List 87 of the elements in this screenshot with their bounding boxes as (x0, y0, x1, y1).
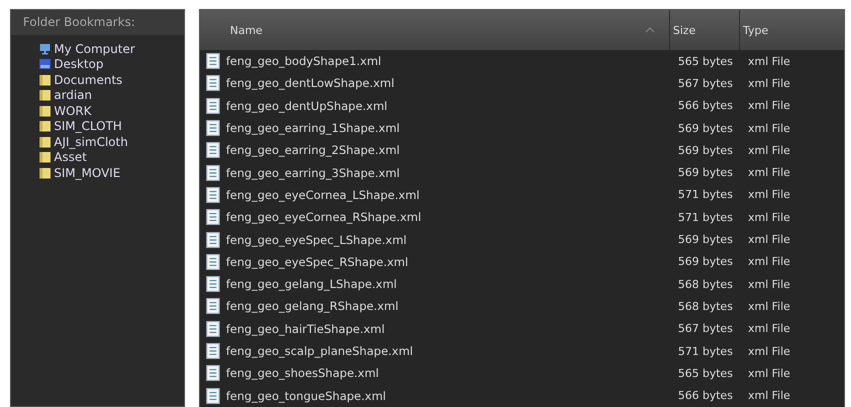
file-icon (206, 276, 220, 292)
table-cell-text: xml File (748, 166, 792, 180)
bookmark-item[interactable]: Desktop (39, 56, 184, 72)
bookmark-item[interactable]: ardian (39, 88, 184, 103)
table-cell-text: xml File (748, 278, 792, 291)
file-icon (206, 232, 220, 248)
folder-icon (39, 89, 51, 102)
file-icon (206, 75, 220, 92)
folder-icon (39, 151, 51, 164)
table-cell-text: xml File (748, 210, 792, 224)
file-name[interactable]: feng_geo_eyeSpec_LShape.xml (226, 232, 407, 247)
table-cell-text: 566 bytes (677, 99, 734, 112)
file-name[interactable]: feng_geo_earring_3Shape.xml (226, 166, 400, 180)
file-name[interactable]: feng_geo_bodyShape1.xml (226, 54, 382, 68)
file-name[interactable]: feng_geo_scalp_planeShape.xml (226, 344, 414, 358)
table-cell-text: 567 bytes (677, 322, 734, 336)
file-name[interactable]: feng_geo_dentUpShape.xml (226, 98, 388, 113)
folder-icon (39, 166, 51, 179)
table-cell-text: xml File (748, 322, 792, 336)
folder-icon (39, 120, 51, 132)
column-header[interactable]: Size (670, 10, 740, 50)
file-name[interactable]: feng_geo_gelang_LShape.xml (226, 277, 397, 292)
file-icon (206, 186, 220, 203)
file-name[interactable]: feng_geo_eyeSpec_RShape.xml (226, 254, 408, 269)
table-cell-text: 565 bytes (677, 366, 734, 380)
table-cell-text: 571 bytes (677, 188, 734, 202)
table-cell-text: xml File (748, 144, 792, 157)
file-icon (206, 343, 220, 359)
table-cell-text: xml File (748, 188, 792, 202)
bookmark-item[interactable]: Documents (39, 72, 184, 88)
file-icon (206, 98, 220, 114)
file-icon (206, 164, 220, 181)
bookmark-item[interactable]: Asset (39, 150, 184, 165)
panel-title: Folder Bookmarks: (11, 10, 184, 35)
table-cell-text: 568 bytes (677, 278, 734, 291)
desktop-icon (39, 58, 51, 70)
table-cell-text: xml File (748, 76, 792, 90)
file-name[interactable]: feng_geo_tongueShape.xml (226, 388, 386, 403)
bookmark-item[interactable]: AJI_simCloth (39, 134, 184, 150)
file-name[interactable]: feng_geo_hairTieShape.xml (226, 322, 385, 336)
bookmark-item[interactable]: SIM_CLOTH (39, 118, 184, 134)
column-header[interactable]: Type (740, 10, 836, 50)
table-cell-text: 571 bytes (677, 210, 734, 224)
computer-icon (39, 42, 51, 55)
table-cell-text: 569 bytes (677, 166, 734, 180)
file-name[interactable]: feng_geo_dentLowShape.xml (226, 76, 394, 90)
bookmark-item[interactable]: WORK (39, 103, 184, 118)
table-cell-text: 568 bytes (677, 300, 734, 313)
file-icon (206, 365, 220, 382)
file-icon (206, 254, 220, 270)
file-name[interactable]: feng_geo_earring_1Shape.xml (226, 121, 400, 136)
file-name[interactable]: feng_geo_eyeCornea_LShape.xml (226, 188, 420, 202)
bookmark-item[interactable]: SIM_MOVIE (39, 165, 184, 180)
table-cell-text: xml File (748, 300, 792, 313)
file-icon (206, 388, 220, 404)
file-name[interactable]: feng_geo_gelang_RShape.xml (226, 299, 398, 314)
folder-icon (39, 74, 51, 86)
file-name[interactable]: feng_geo_shoesShape.xml (226, 366, 379, 380)
table-cell-text: xml File (748, 366, 792, 380)
file-icon (206, 142, 220, 158)
folder-icon (39, 104, 51, 117)
table-cell-text: xml File (748, 233, 792, 246)
table-cell-text: xml File (748, 99, 792, 112)
file-name[interactable]: feng_geo_earring_2Shape.xml (226, 143, 400, 158)
table-cell-text: 569 bytes (677, 255, 734, 268)
column-header[interactable]: Name (200, 10, 670, 50)
table-cell-text: xml File (748, 255, 792, 268)
file-icon (206, 298, 220, 314)
table-cell-text: xml File (748, 122, 792, 135)
file-icon (206, 209, 220, 226)
table-cell-text: 569 bytes (677, 144, 734, 157)
sort-icon (645, 27, 655, 33)
file-icon (206, 120, 220, 136)
table-cell-text: xml File (748, 389, 792, 402)
table-cell-text: 567 bytes (677, 76, 734, 90)
file-icon (206, 320, 220, 337)
table-cell-text: xml File (748, 54, 792, 68)
table-cell-text: 569 bytes (677, 122, 734, 135)
bookmark-item[interactable]: My Computer (39, 41, 184, 56)
table-cell-text: 566 bytes (677, 389, 734, 402)
file-name[interactable]: feng_geo_eyeCornea_RShape.xml (226, 210, 422, 224)
file-icon (206, 53, 220, 70)
table-cell-text: 571 bytes (677, 344, 734, 358)
table-cell-text: xml File (748, 344, 792, 358)
table-cell-text: 569 bytes (677, 233, 734, 246)
folder-icon (39, 136, 51, 148)
table-cell-text: 565 bytes (677, 54, 734, 68)
